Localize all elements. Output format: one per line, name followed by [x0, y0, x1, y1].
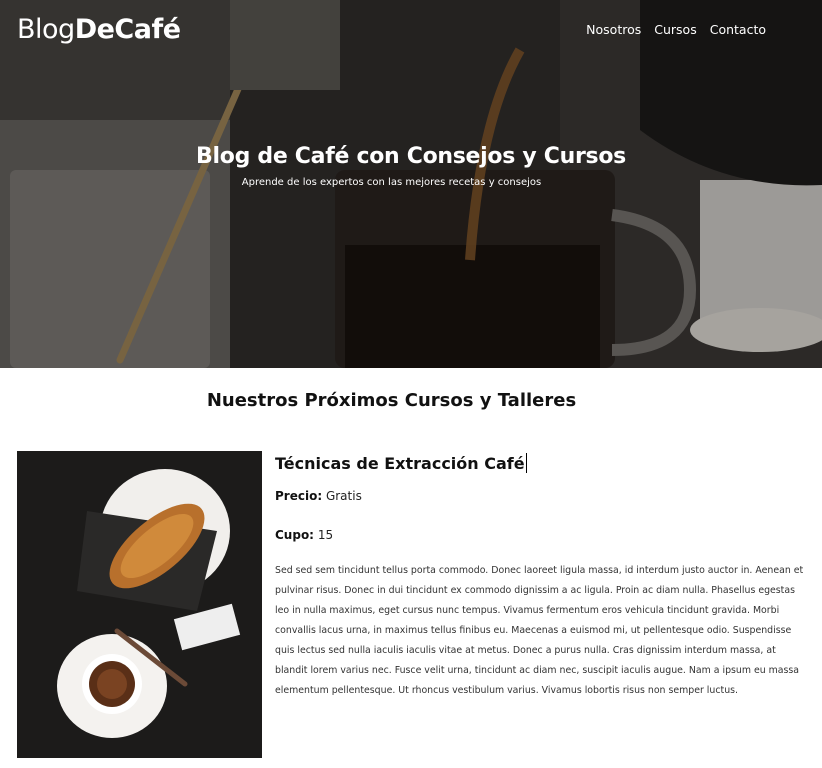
nav-link-cursos[interactable]: Cursos	[654, 22, 696, 37]
hero-title: Blog de Café con Consejos y Cursos	[196, 144, 626, 169]
nav-link-contacto[interactable]: Contacto	[710, 22, 766, 37]
course-details: Técnicas de Extracción Café Precio: Grat…	[275, 451, 805, 696]
course-photo	[17, 451, 262, 758]
site-logo[interactable]: BlogDeCafé	[17, 14, 181, 45]
hero-banner: BlogDeCafé Nosotros Cursos Contacto Blog…	[0, 0, 822, 368]
course-price: Precio: Gratis	[275, 489, 362, 503]
main-nav: Nosotros Cursos Contacto	[586, 22, 766, 37]
cupo-value: 15	[317, 528, 334, 542]
cupo-label: Cupo:	[275, 528, 314, 542]
course-cupo: Cupo: 15	[275, 528, 333, 542]
logo-text-light: Blog	[17, 14, 75, 45]
course-image	[17, 451, 262, 758]
text-cursor	[525, 453, 527, 473]
price-value: Gratis	[325, 489, 362, 503]
section-title: Nuestros Próximos Cursos y Talleres	[206, 390, 577, 411]
course-description: Sed sed sem tincidunt tellus porta commo…	[275, 565, 804, 696]
nav-link-nosotros[interactable]: Nosotros	[586, 22, 641, 37]
price-label: Precio:	[275, 489, 323, 503]
course-title-text: Técnicas de Extracción Café	[275, 454, 525, 473]
course-title: Técnicas de Extracción Café	[275, 451, 527, 473]
hero-subtitle: Aprende de los expertos con las mejores …	[241, 177, 542, 188]
logo-text-bold: DeCafé	[74, 14, 181, 45]
